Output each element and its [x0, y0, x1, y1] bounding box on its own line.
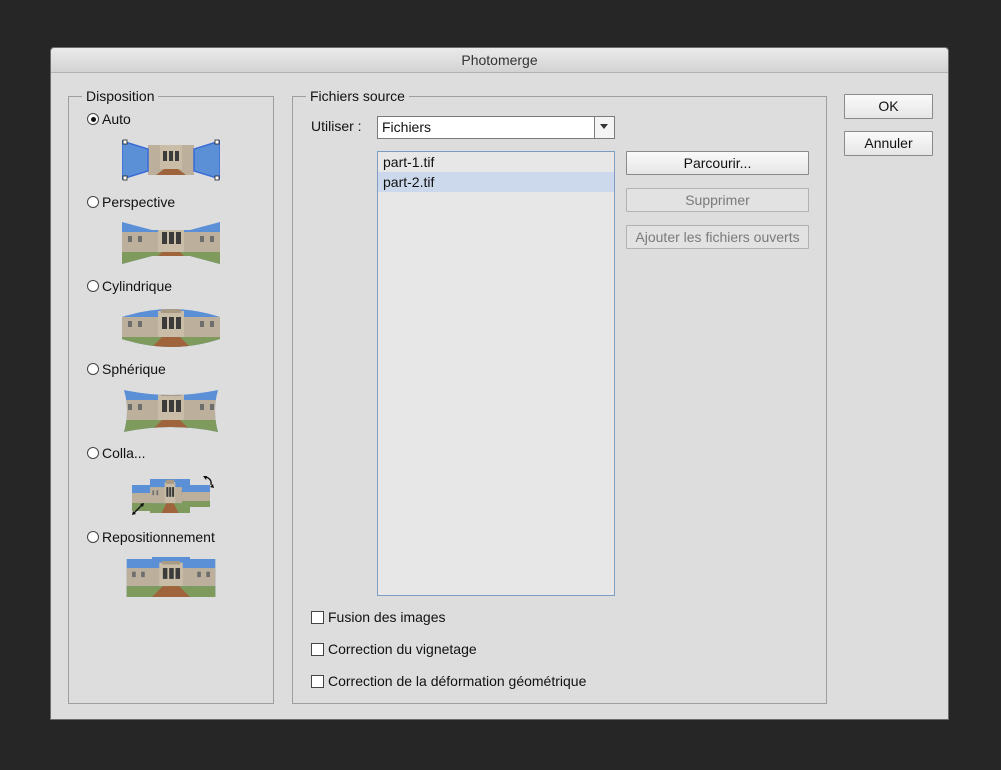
vignette-removal-checkbox[interactable]	[311, 642, 324, 656]
distortion-correction-label: Correction de la déformation géométrique	[328, 673, 587, 689]
source-files-legend: Fichiers source	[306, 88, 409, 104]
vignette-removal-label: Correction du vignetage	[328, 641, 477, 657]
radio-cylindrique-indicator[interactable]	[87, 280, 99, 292]
distortion-correction-checkbox[interactable]	[311, 674, 324, 688]
radio-perspective-label: Perspective	[102, 194, 176, 210]
radio-auto-label: Auto	[102, 111, 131, 127]
cylindrical-thumbnail	[122, 309, 220, 347]
radio-perspective[interactable]: Perspective	[87, 193, 175, 211]
radio-spherique[interactable]: Sphérique	[87, 360, 166, 378]
vignette-removal-option[interactable]: Correction du vignetage	[311, 640, 477, 658]
radio-repositionnement[interactable]: Repositionnement	[87, 528, 215, 546]
auto-layout-thumbnail	[122, 139, 220, 181]
use-select[interactable]: Fichiers	[377, 116, 615, 139]
use-select-dropdown[interactable]	[594, 117, 614, 138]
radio-spherique-indicator[interactable]	[87, 363, 99, 375]
file-list-item[interactable]: part-1.tif	[378, 152, 614, 172]
radio-auto[interactable]: Auto	[87, 110, 131, 128]
add-open-files-button[interactable]: Ajouter les fichiers ouverts	[626, 225, 809, 249]
collage-thumbnail	[132, 476, 214, 515]
use-select-value: Fichiers	[382, 119, 432, 135]
blend-images-label: Fusion des images	[328, 609, 446, 625]
blend-images-option[interactable]: Fusion des images	[311, 608, 446, 626]
browse-button[interactable]: Parcourir...	[626, 151, 809, 175]
file-list-item[interactable]: part-2.tif	[378, 172, 614, 192]
radio-perspective-indicator[interactable]	[87, 196, 99, 208]
radio-spherique-label: Sphérique	[102, 361, 166, 377]
spherical-thumbnail	[124, 390, 218, 432]
radio-cylindrique[interactable]: Cylindrique	[87, 277, 172, 295]
radio-collage-label: Colla...	[102, 445, 146, 461]
radio-auto-indicator[interactable]	[87, 113, 99, 125]
distortion-correction-option[interactable]: Correction de la déformation géométrique	[311, 672, 586, 690]
chevron-down-icon	[600, 124, 608, 129]
ok-button[interactable]: OK	[844, 94, 933, 119]
source-files-group: Fichiers source Utiliser : Fichiers part…	[292, 88, 827, 704]
radio-repositionnement-indicator[interactable]	[87, 531, 99, 543]
perspective-thumbnail	[122, 222, 220, 264]
radio-repositionnement-label: Repositionnement	[102, 529, 215, 545]
disposition-legend: Disposition	[82, 88, 159, 104]
window-title: Photomerge	[51, 48, 948, 73]
reposition-thumbnail	[126, 557, 216, 597]
file-list[interactable]: part-1.tif part-2.tif	[377, 151, 615, 596]
use-label: Utiliser :	[311, 118, 362, 134]
photomerge-dialog: Photomerge Disposition Auto Perspective …	[50, 47, 949, 720]
disposition-group: Disposition Auto Perspective Cylindrique…	[68, 88, 274, 704]
blend-images-checkbox[interactable]	[311, 610, 324, 624]
radio-collage[interactable]: Colla...	[87, 444, 146, 462]
remove-button[interactable]: Supprimer	[626, 188, 809, 212]
radio-collage-indicator[interactable]	[87, 447, 99, 459]
cancel-button[interactable]: Annuler	[844, 131, 933, 156]
radio-cylindrique-label: Cylindrique	[102, 278, 173, 294]
